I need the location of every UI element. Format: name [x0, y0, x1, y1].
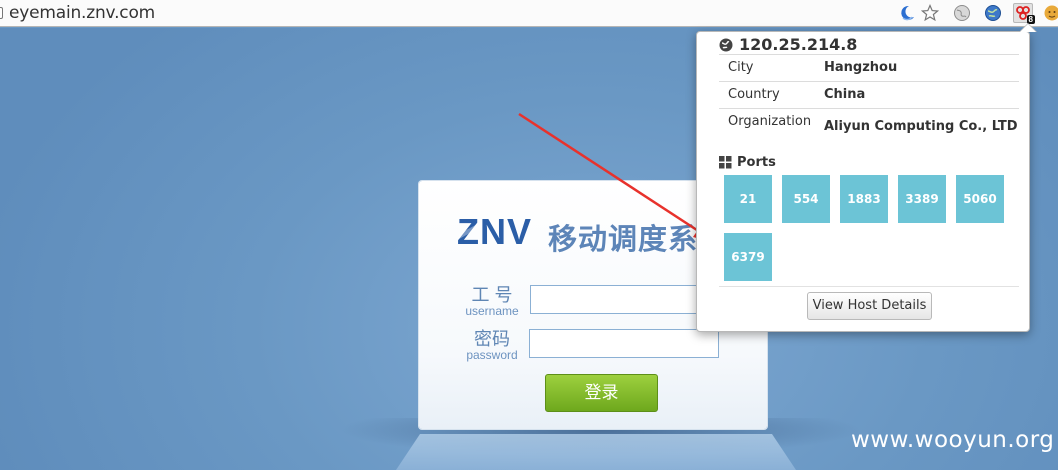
watermark: www.wooyun.org	[851, 427, 1055, 453]
password-input[interactable]	[529, 329, 719, 358]
globe-icon	[719, 38, 733, 51]
username-label-cn: 工 号	[471, 285, 513, 305]
info-key: City	[719, 54, 815, 82]
shodan-popup: 120.25.214.8 City Hangzhou Country China…	[696, 23, 1037, 332]
host-info-table: City Hangzhou Country China Organization…	[719, 54, 1019, 150]
info-value: Aliyun Computing Co., LTD	[815, 108, 1019, 150]
username-input[interactable]	[530, 285, 720, 314]
browser-address-bar: eyemain.znv.com 8	[0, 0, 1058, 27]
info-value: Hangzhou	[815, 54, 1019, 82]
info-key: Country	[719, 81, 815, 109]
shodan-extension-icon[interactable]: 8	[1013, 3, 1035, 24]
ip-address: 120.25.214.8	[739, 35, 858, 54]
port-554[interactable]: 554	[782, 175, 830, 223]
ports-heading-text: Ports	[737, 155, 776, 170]
port-5060[interactable]: 5060	[956, 175, 1004, 223]
globe-gray-extension-icon[interactable]	[952, 3, 972, 23]
moon-extension-icon[interactable]	[897, 3, 917, 23]
page-icon	[0, 7, 3, 19]
ip-header: 120.25.214.8	[719, 35, 857, 54]
avatar-extension-icon[interactable]	[1042, 3, 1058, 23]
password-label: 密码 password	[457, 329, 527, 362]
username-label: 工 号 username	[457, 285, 527, 318]
znv-logo: ZNV	[457, 215, 531, 249]
password-label-cn: 密码	[474, 329, 510, 349]
login-button[interactable]: 登录	[545, 374, 658, 412]
info-value: China	[815, 81, 1019, 109]
globe-blue-extension-icon[interactable]	[983, 3, 1003, 23]
username-label-en: username	[465, 304, 519, 318]
info-row-organization: Organization Aliyun Computing Co., LTD	[719, 108, 1019, 150]
password-label-en: password	[466, 348, 518, 362]
view-host-details-button[interactable]: View Host Details	[807, 292, 932, 320]
info-row-country: Country China	[719, 81, 1019, 109]
popup-divider	[719, 286, 1019, 287]
port-6379[interactable]: 6379	[724, 233, 772, 281]
floor-reflection	[396, 434, 796, 470]
port-3389[interactable]: 3389	[898, 175, 946, 223]
port-21[interactable]: 21	[724, 175, 772, 223]
ports-heading: Ports	[719, 155, 776, 170]
grid-icon	[719, 156, 732, 169]
port-1883[interactable]: 1883	[840, 175, 888, 223]
url-text[interactable]: eyemain.znv.com	[9, 3, 155, 23]
info-row-city: City Hangzhou	[719, 54, 1019, 82]
info-key: Organization	[719, 108, 815, 150]
bookmark-star-icon[interactable]	[920, 3, 940, 23]
